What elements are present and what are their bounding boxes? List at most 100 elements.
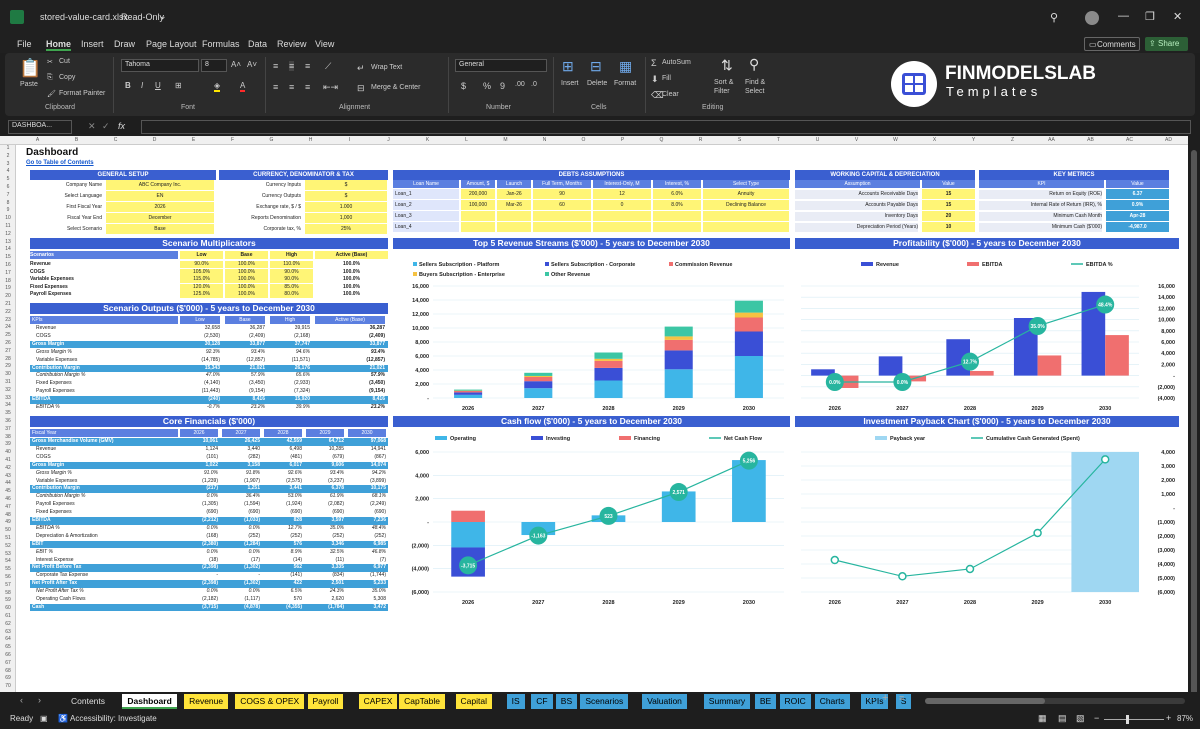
zoom-slider[interactable] (1104, 715, 1164, 724)
tab-charts[interactable]: Charts (814, 694, 850, 709)
debts-cell[interactable]: 8.0% (653, 200, 701, 210)
tab-revenue[interactable]: Revenue (184, 694, 229, 709)
vertical-scrollbar[interactable] (1188, 136, 1200, 695)
general_setup-value[interactable]: Base (106, 224, 214, 234)
orientation-icon[interactable]: ⟋ (325, 61, 331, 72)
horizontal-scrollbar-thumb[interactable] (925, 698, 1045, 704)
fill-button[interactable]: Fill (662, 75, 671, 82)
tab-captable[interactable]: CapTable (399, 694, 446, 709)
multipliers-cell[interactable]: 100.0% (225, 291, 268, 298)
formula-input[interactable] (141, 120, 1191, 134)
scrollbar-thumb[interactable] (1191, 150, 1197, 695)
decrease-font-icon[interactable]: A˅ (247, 60, 257, 69)
currency-value[interactable]: 1.000 (305, 202, 387, 212)
align-bottom-icon[interactable]: ≡ (305, 61, 310, 71)
fx-icon[interactable]: fx (118, 121, 125, 131)
currency-icon[interactable]: $ (461, 81, 466, 91)
worksheet-grid[interactable]: A B C D E F G H I J K L M N O P Q R S T U V W X Y Z AA AB AC AD 12345… (0, 136, 1188, 692)
zoom-level[interactable]: 87% (1177, 714, 1193, 723)
copy-button[interactable]: Copy (59, 74, 75, 81)
debts-cell[interactable] (653, 222, 701, 232)
cut-button[interactable]: Cut (59, 58, 70, 65)
find-select-button[interactable]: Find & Select (745, 78, 775, 96)
merge-icon[interactable]: ⊟ (357, 83, 365, 94)
tab-contents[interactable]: Contents (66, 694, 111, 709)
menu-file[interactable]: File (17, 39, 32, 49)
general_setup-value[interactable]: 2026 (106, 202, 214, 212)
decrease-decimal-icon[interactable]: .0 (531, 81, 537, 88)
paste-button[interactable]: Paste (20, 81, 38, 88)
multipliers-cell[interactable]: 100.0% (225, 283, 268, 291)
delete-cells-button[interactable]: Delete (587, 80, 607, 87)
menu-formulas[interactable]: Formulas (202, 39, 240, 49)
debts-cell[interactable] (461, 211, 495, 221)
general_setup-value[interactable]: December (106, 213, 214, 223)
multipliers-cell[interactable]: 85.0% (270, 283, 313, 291)
currency-value[interactable]: 1,000 (305, 213, 387, 223)
tab-dashboard[interactable]: Dashboard (122, 694, 177, 709)
wrap-text-button[interactable]: Wrap Text (371, 64, 402, 71)
font-name-select[interactable]: Tahoma (121, 59, 199, 72)
next-sheet-icon[interactable]: › (38, 695, 41, 705)
maximize-button[interactable]: ❐ (1145, 10, 1155, 23)
debts-cell[interactable]: 100,000 (461, 200, 495, 210)
align-center-icon[interactable]: ≡ (289, 82, 294, 92)
italic-icon[interactable]: I (141, 81, 143, 90)
debts-cell[interactable]: 0 (593, 200, 651, 210)
autosum-icon[interactable]: Σ (651, 58, 657, 68)
align-right-icon[interactable]: ≡ (305, 82, 310, 92)
paste-icon[interactable]: 📋 (19, 58, 41, 79)
cut-icon[interactable]: ✂ (47, 58, 53, 66)
debts-cell[interactable] (497, 222, 531, 232)
increase-decimal-icon[interactable]: .00 (515, 81, 525, 88)
tab-is[interactable]: IS (506, 694, 525, 709)
debts-cell[interactable] (593, 211, 651, 221)
debts-cell[interactable] (653, 211, 701, 221)
avatar[interactable] (1085, 11, 1099, 25)
format-painter-button[interactable]: Format Painter (59, 90, 105, 97)
debts-cell[interactable] (461, 222, 495, 232)
delete-cells-icon[interactable]: ⊟ (590, 58, 602, 75)
merge-center-button[interactable]: Merge & Center (371, 84, 420, 91)
percent-icon[interactable]: % (483, 81, 491, 91)
tab-scenarios[interactable]: Scenarios (580, 694, 629, 709)
multipliers-cell[interactable]: 100.0% (225, 268, 268, 276)
toc-link[interactable]: Go to Table of Contents (26, 160, 94, 166)
wc-value[interactable]: 20 (922, 211, 975, 221)
fill-color-icon[interactable]: ◈ (214, 81, 221, 92)
debts-cell[interactable]: Jan-26 (497, 189, 531, 199)
copy-icon[interactable]: ⎘ (47, 74, 53, 82)
page-layout-view-icon[interactable]: ▤ (1058, 713, 1067, 724)
normal-view-icon[interactable]: ▦ (1038, 713, 1047, 724)
multipliers-cell[interactable]: 90.0% (180, 261, 223, 268)
insert-cells-icon[interactable]: ⊞ (562, 58, 574, 75)
tab-capex[interactable]: CAPEX (358, 694, 398, 709)
menu-draw[interactable]: Draw (114, 39, 135, 49)
tab-roic[interactable]: ROIC (779, 694, 811, 709)
align-middle-icon[interactable]: ≡ (289, 61, 295, 71)
font-color-icon[interactable]: A (240, 81, 246, 92)
zoom-slider-thumb[interactable] (1126, 715, 1129, 724)
debts-cell[interactable] (703, 222, 789, 232)
format-cells-button[interactable]: Format (614, 80, 636, 87)
read-only-badge[interactable]: Read-Only (121, 12, 164, 22)
clear-button[interactable]: Clear (662, 91, 679, 98)
accessibility-icon[interactable]: ♿ (58, 714, 68, 723)
multipliers-cell[interactable]: 100.0% (225, 261, 268, 268)
sort-filter-icon[interactable]: ⇅ (721, 57, 733, 74)
close-button[interactable]: ✕ (1173, 10, 1182, 23)
zoom-in-icon[interactable]: + (1166, 713, 1171, 723)
tab-capital[interactable]: Capital (455, 694, 492, 709)
debts-cell[interactable]: Mar-26 (497, 200, 531, 210)
add-sheet-icon[interactable]: + (882, 692, 888, 704)
sort-filter-button[interactable]: Sort & Filter (714, 78, 744, 96)
menu-insert[interactable]: Insert (81, 39, 104, 49)
name-box[interactable]: DASHBOA... (8, 120, 72, 134)
comments-button[interactable]: ▭ Comments (1084, 37, 1140, 51)
tab-summary[interactable]: Summary (703, 694, 751, 709)
number-format-select[interactable]: General (455, 59, 547, 72)
multipliers-cell[interactable]: 115.0% (180, 276, 223, 283)
debts-cell[interactable]: 60 (533, 200, 591, 210)
debts-cell[interactable]: 6.0% (653, 189, 701, 199)
underline-icon[interactable]: U (155, 81, 161, 90)
